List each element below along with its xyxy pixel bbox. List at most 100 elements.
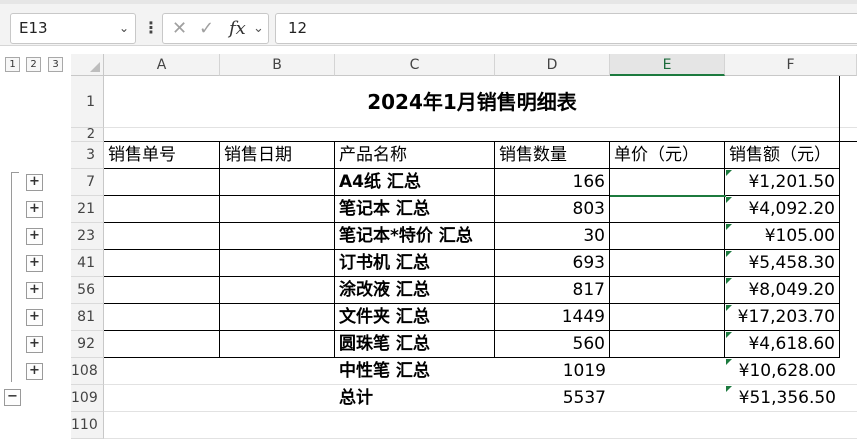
sheet-title[interactable]: 2024年1月销售明细表 bbox=[104, 76, 840, 128]
qty-cell[interactable]: 693 bbox=[495, 250, 610, 277]
qty-cell[interactable]: 817 bbox=[495, 277, 610, 304]
amount-cell[interactable]: ¥105.00 bbox=[725, 223, 840, 250]
amount-value: ¥1,201.50 bbox=[748, 172, 835, 192]
row-header-7[interactable]: 7 bbox=[71, 169, 104, 196]
cell-a56[interactable] bbox=[104, 277, 220, 304]
formula-input[interactable]: 12 bbox=[275, 13, 857, 44]
qty-cell[interactable]: 30 bbox=[495, 223, 610, 250]
header-cell[interactable]: 销售数量 bbox=[495, 142, 610, 169]
enter-icon[interactable]: ✓ bbox=[199, 14, 214, 43]
cell-a41[interactable] bbox=[104, 250, 220, 277]
more-options-icon[interactable]: ⋮ bbox=[143, 13, 159, 44]
row-header-23[interactable]: 23 bbox=[71, 223, 104, 250]
cell-e23[interactable] bbox=[610, 223, 725, 250]
row-header-108[interactable]: 108 bbox=[71, 358, 104, 385]
cell-e21[interactable] bbox=[610, 196, 725, 223]
amount-cell[interactable]: ¥1,201.50 bbox=[725, 169, 840, 196]
header-cell[interactable]: 销售额（元） bbox=[725, 142, 840, 169]
cell-e41[interactable] bbox=[610, 250, 725, 277]
cell-e92[interactable] bbox=[610, 331, 725, 358]
row-header-41[interactable]: 41 bbox=[71, 250, 104, 277]
expand-group-button[interactable]: + bbox=[26, 282, 43, 299]
row-header-1[interactable]: 1 bbox=[71, 76, 104, 128]
cell-b23[interactable] bbox=[220, 223, 335, 250]
expand-group-button[interactable]: + bbox=[26, 255, 43, 272]
cell-b81[interactable] bbox=[220, 304, 335, 331]
qty-cell[interactable]: 560 bbox=[495, 331, 610, 358]
qty-cell[interactable]: 166 bbox=[495, 169, 610, 196]
amount-cell[interactable]: ¥17,203.70 bbox=[725, 304, 840, 331]
product-name-cell[interactable]: A4纸 汇总 bbox=[335, 169, 495, 196]
name-box[interactable]: E13 ⌄ bbox=[10, 13, 136, 44]
total-label-cell[interactable]: 总计 bbox=[335, 385, 495, 412]
select-all-button[interactable] bbox=[71, 54, 104, 76]
cell-e56[interactable] bbox=[610, 277, 725, 304]
qty-cell[interactable]: 1449 bbox=[495, 304, 610, 331]
expand-group-button[interactable]: + bbox=[26, 309, 43, 326]
cell-a23[interactable] bbox=[104, 223, 220, 250]
outline-level-3-button[interactable]: 3 bbox=[48, 57, 63, 72]
cell-a7[interactable] bbox=[104, 169, 220, 196]
header-cell[interactable]: 单价（元） bbox=[610, 142, 725, 169]
collapse-group-button[interactable]: − bbox=[4, 389, 21, 406]
cell-e7[interactable] bbox=[610, 169, 725, 196]
outline-level-2-button[interactable]: 2 bbox=[26, 57, 41, 72]
amount-cell[interactable]: ¥8,049.20 bbox=[725, 277, 840, 304]
cell-a92[interactable] bbox=[104, 331, 220, 358]
total-qty-cell[interactable]: 5537 bbox=[495, 385, 610, 412]
cell-a21[interactable] bbox=[104, 196, 220, 223]
amount-cell[interactable]: ¥4,092.20 bbox=[725, 196, 840, 223]
cell-a81[interactable] bbox=[104, 304, 220, 331]
outline-level-1-button[interactable]: 1 bbox=[5, 57, 20, 72]
row-header-56[interactable]: 56 bbox=[71, 277, 104, 304]
column-header-c[interactable]: C bbox=[335, 54, 495, 76]
amount-cell[interactable]: ¥5,458.30 bbox=[725, 250, 840, 277]
column-header-f[interactable]: F bbox=[725, 54, 857, 76]
cell-e81[interactable] bbox=[610, 304, 725, 331]
cell-b41[interactable] bbox=[220, 250, 335, 277]
row-header-109[interactable]: 109 bbox=[71, 385, 104, 412]
expand-group-button[interactable]: + bbox=[26, 336, 43, 353]
product-name-cell[interactable]: 涂改液 汇总 bbox=[335, 277, 495, 304]
error-indicator-icon bbox=[726, 251, 732, 257]
product-name-cell[interactable]: 订书机 汇总 bbox=[335, 250, 495, 277]
cell-b56[interactable] bbox=[220, 277, 335, 304]
qty-cell[interactable]: 803 bbox=[495, 196, 610, 223]
product-name-cell[interactable]: 圆珠笔 汇总 bbox=[335, 331, 495, 358]
row-header-81[interactable]: 81 bbox=[71, 304, 104, 331]
product-name-cell[interactable]: 中性笔 汇总 bbox=[335, 358, 495, 385]
product-name-cell[interactable]: 笔记本*特价 汇总 bbox=[335, 223, 495, 250]
row-header-3[interactable]: 3 bbox=[71, 142, 104, 169]
product-name-cell[interactable]: 文件夹 汇总 bbox=[335, 304, 495, 331]
column-header-d[interactable]: D bbox=[495, 54, 610, 76]
amount-cell[interactable]: ¥10,628.00 bbox=[725, 358, 840, 385]
row-header-110[interactable]: 110 bbox=[71, 412, 104, 439]
expand-group-button[interactable]: + bbox=[26, 201, 43, 218]
insert-function-icon[interactable]: fx bbox=[229, 14, 246, 43]
row-header-2[interactable]: 2 bbox=[71, 128, 104, 142]
amount-value: ¥8,049.20 bbox=[748, 280, 835, 300]
cell-b7[interactable] bbox=[220, 169, 335, 196]
total-amount-cell[interactable]: ¥51,356.50 bbox=[725, 385, 840, 412]
row-header-21[interactable]: 21 bbox=[71, 196, 104, 223]
amount-cell[interactable]: ¥4,618.60 bbox=[725, 331, 840, 358]
column-header-b[interactable]: B bbox=[220, 54, 335, 76]
expand-group-button[interactable]: + bbox=[26, 174, 43, 191]
cancel-icon[interactable]: ✕ bbox=[172, 14, 187, 43]
row-header-92[interactable]: 92 bbox=[71, 331, 104, 358]
outline-group-line bbox=[11, 172, 12, 382]
expand-group-button[interactable]: + bbox=[26, 228, 43, 245]
chevron-down-icon[interactable]: ⌄ bbox=[119, 14, 129, 43]
qty-cell[interactable]: 1019 bbox=[495, 358, 610, 385]
column-header-a[interactable]: A bbox=[104, 54, 220, 76]
chevron-down-icon[interactable]: ⌄ bbox=[253, 14, 264, 43]
header-cell[interactable]: 销售日期 bbox=[220, 142, 335, 169]
selection-indicator bbox=[610, 195, 726, 197]
column-header-e[interactable]: E bbox=[610, 54, 725, 76]
expand-group-button[interactable]: + bbox=[26, 363, 43, 380]
header-cell[interactable]: 销售单号 bbox=[104, 142, 220, 169]
cell-b92[interactable] bbox=[220, 331, 335, 358]
cell-b21[interactable] bbox=[220, 196, 335, 223]
product-name-cell[interactable]: 笔记本 汇总 bbox=[335, 196, 495, 223]
header-cell[interactable]: 产品名称 bbox=[335, 142, 495, 169]
